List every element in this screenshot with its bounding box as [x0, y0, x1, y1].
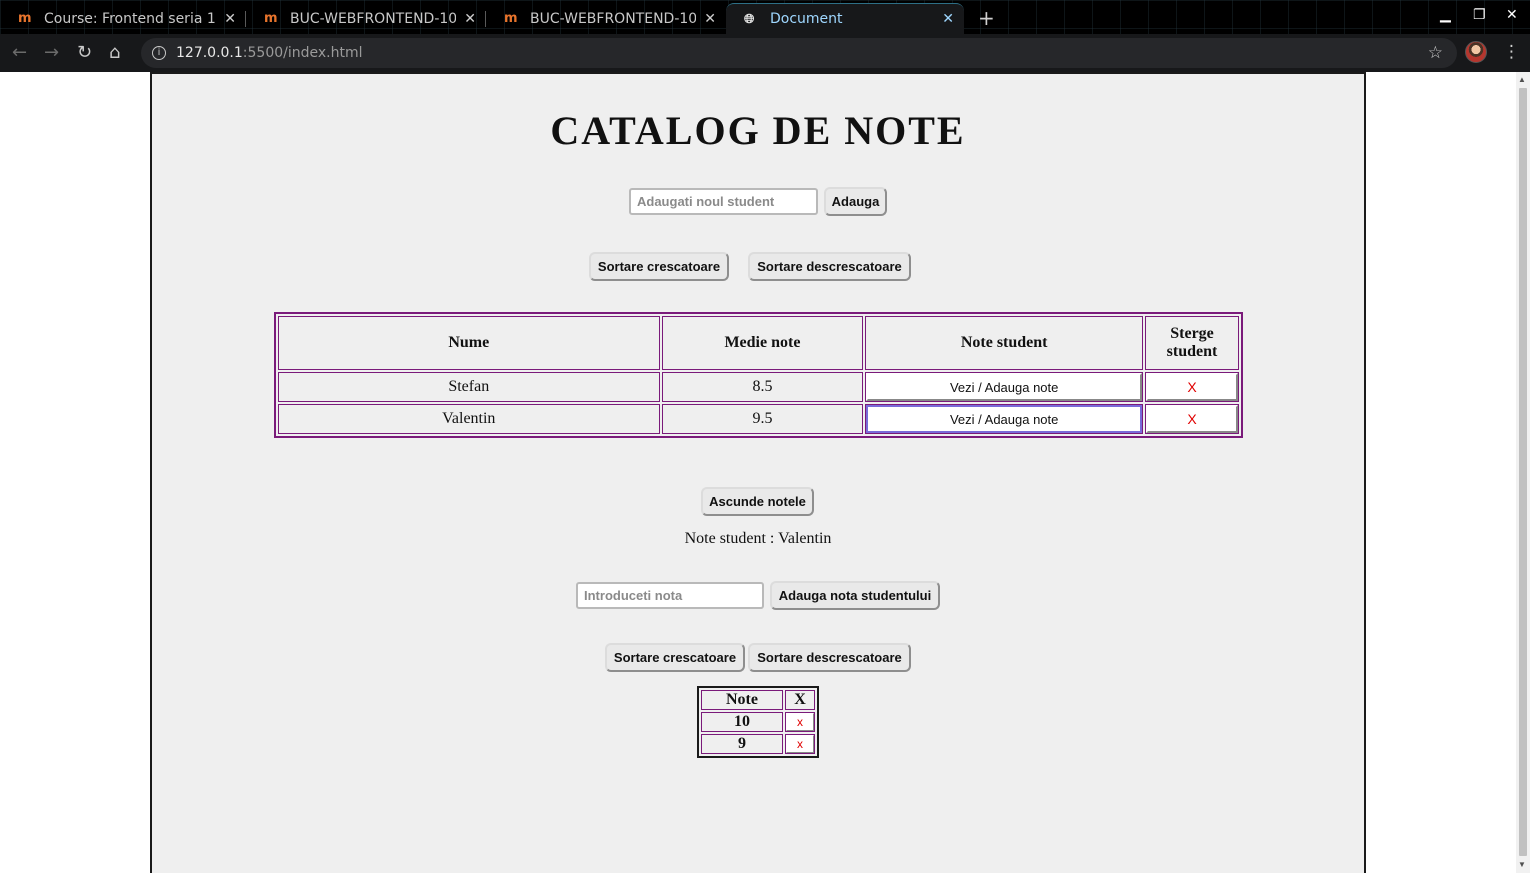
grades-table: Note X 10 x 9 x	[697, 686, 819, 758]
delete-grade-cell: x	[785, 712, 815, 732]
back-arrow-icon[interactable]: ←	[12, 42, 27, 63]
scroll-down-arrow-icon[interactable]: ▼	[1518, 860, 1526, 869]
student-average: 8.5	[661, 372, 864, 402]
browser-tab[interactable]: m BUC-WEBFRONTEND-10: ✕	[246, 3, 486, 34]
student-name: Valentin	[278, 404, 660, 434]
grade-row: 10 x	[701, 712, 815, 732]
column-header-average: Medie note	[661, 316, 864, 370]
new-tab-icon[interactable]: +	[978, 6, 995, 30]
forward-arrow-icon[interactable]: →	[44, 42, 59, 63]
bookmark-star-icon[interactable]: ☆	[1428, 43, 1443, 63]
hide-grades-button[interactable]: Ascunde notele	[701, 487, 814, 516]
scroll-up-arrow-icon[interactable]: ▲	[1518, 75, 1526, 84]
delete-grade-button[interactable]: x	[786, 735, 814, 753]
tab-title: BUC-WEBFRONTEND-10:	[530, 10, 697, 27]
sort-descending-button[interactable]: Sortare descrescatoare	[748, 252, 911, 281]
delete-grade-button[interactable]: x	[786, 713, 814, 731]
table-row: Valentin 9.5 Vezi / Adauga note X	[278, 404, 1239, 434]
students-table: Nume Medie note Note student Sterge stud…	[274, 312, 1243, 438]
grade-input[interactable]	[576, 582, 764, 609]
column-header-grades: Note student	[865, 316, 1144, 370]
view-grades-cell: Vezi / Adauga note	[865, 404, 1144, 434]
scrollbar-thumb[interactable]	[1519, 88, 1527, 856]
table-row: Stefan 8.5 Vezi / Adauga note X	[278, 372, 1239, 402]
address-bar[interactable]: i 127.0.0.1:5500/index.html ☆	[141, 38, 1457, 68]
delete-student-button[interactable]: X	[1146, 373, 1238, 401]
tab-title: BUC-WEBFRONTEND-10:	[290, 10, 457, 27]
view-grades-cell: Vezi / Adauga note	[865, 372, 1144, 402]
student-average: 9.5	[661, 404, 864, 434]
restore-icon[interactable]: ❐	[1473, 7, 1486, 23]
moodle-favicon-icon: m	[18, 11, 32, 26]
vertical-scrollbar[interactable]: ▲ ▼	[1516, 72, 1530, 873]
home-icon[interactable]: ⌂	[109, 42, 120, 63]
page-container: CATALOG DE NOTE Adauga Sortare crescatoa…	[150, 72, 1366, 873]
column-header-name: Nume	[278, 316, 660, 370]
new-student-input[interactable]	[629, 188, 818, 215]
browser-menu-icon[interactable]: ⋮	[1503, 42, 1520, 62]
reload-icon[interactable]: ↻	[77, 42, 92, 63]
column-header-grade: Note	[701, 690, 783, 710]
close-tab-icon[interactable]: ✕	[224, 11, 236, 27]
browser-tab[interactable]: m Course: Frontend seria 10 ✕	[0, 3, 246, 34]
info-icon[interactable]: i	[152, 46, 166, 60]
close-window-icon[interactable]: ✕	[1506, 7, 1518, 23]
table-header-row: Nume Medie note Note student Sterge stud…	[278, 316, 1239, 370]
grades-sort-ascending-button[interactable]: Sortare crescatoare	[605, 643, 745, 672]
grade-row: 9 x	[701, 734, 815, 754]
add-student-button[interactable]: Adauga	[824, 187, 887, 216]
grade-value: 10	[701, 712, 783, 732]
view-add-grades-button[interactable]: Vezi / Adauga note	[866, 405, 1143, 433]
grade-value: 9	[701, 734, 783, 754]
close-tab-icon[interactable]: ✕	[464, 11, 476, 27]
url-host: 127.0.0.1	[176, 45, 243, 61]
grades-header-row: Note X	[701, 690, 815, 710]
viewport: CATALOG DE NOTE Adauga Sortare crescatoa…	[0, 72, 1530, 873]
globe-icon: 🌐︎	[744, 11, 755, 27]
moodle-favicon-icon: m	[504, 11, 518, 26]
grades-section-title: Note student : Valentin	[684, 530, 832, 547]
close-tab-icon[interactable]: ✕	[942, 11, 954, 27]
delete-grade-cell: x	[785, 734, 815, 754]
profile-avatar[interactable]	[1465, 41, 1487, 63]
url-path: :5500/index.html	[242, 45, 363, 61]
close-tab-icon[interactable]: ✕	[704, 11, 716, 27]
delete-student-cell: X	[1145, 404, 1239, 434]
column-header-delete: Sterge student	[1145, 316, 1239, 370]
browser-tab-active[interactable]: 🌐︎ Document ✕	[726, 3, 964, 34]
column-header-delete-grade: X	[785, 690, 815, 710]
moodle-favicon-icon: m	[264, 11, 278, 26]
add-grade-button[interactable]: Adauga nota studentului	[770, 581, 940, 610]
minimize-icon[interactable]: ▁	[1440, 7, 1451, 23]
delete-student-button[interactable]: X	[1146, 405, 1238, 433]
tab-title: Course: Frontend seria 10	[44, 10, 217, 27]
delete-student-cell: X	[1145, 372, 1239, 402]
grades-sort-descending-button[interactable]: Sortare descrescatoare	[748, 643, 911, 672]
student-name: Stefan	[278, 372, 660, 402]
tab-title: Document	[770, 11, 843, 27]
browser-toolbar: ← → ↻ ⌂ i 127.0.0.1:5500/index.html ☆ ⋮	[0, 34, 1530, 72]
sort-ascending-button[interactable]: Sortare crescatoare	[589, 252, 729, 281]
browser-tab-bar: m Course: Frontend seria 10 ✕ m BUC-WEBF…	[0, 0, 1530, 34]
browser-tab[interactable]: m BUC-WEBFRONTEND-10: ✕	[486, 3, 726, 34]
page-title: CATALOG DE NOTE	[550, 108, 966, 153]
view-add-grades-button[interactable]: Vezi / Adauga note	[866, 373, 1143, 401]
